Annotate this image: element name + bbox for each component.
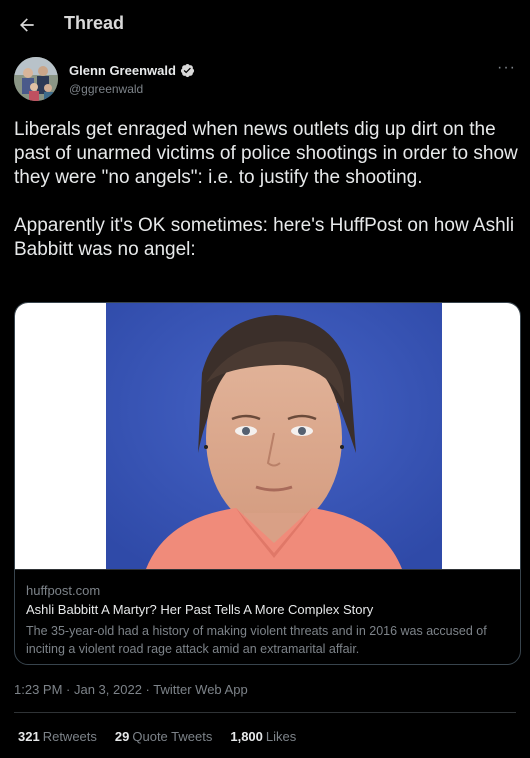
tweet-date[interactable]: Jan 3, 2022 — [74, 682, 142, 697]
page-title: Thread — [64, 13, 125, 33]
verified-badge-icon — [180, 63, 194, 78]
link-preview-card[interactable]: huffpost.com Ashli Babbitt A Martyr? Her… — [14, 302, 521, 665]
back-button[interactable] — [12, 10, 42, 40]
likes-stat[interactable]: 1,800 Likes — [230, 729, 296, 744]
tweet-stats: 321 Retweets 29 Quote Tweets 1,800 Likes — [18, 729, 314, 744]
quote-tweets-count: 29 — [114, 729, 130, 744]
likes-label: Likes — [265, 729, 297, 744]
quote-tweets-label: Quote Tweets — [132, 729, 213, 744]
tweet-author: Glenn Greenwald @ggreenwald ··· — [14, 57, 516, 103]
card-description: The 35-year-old had a history of making … — [26, 624, 487, 656]
card-image — [15, 303, 520, 569]
tweet-timestamp: 1:23 PM · Jan 3, 2022 · Twitter Web App — [14, 682, 248, 697]
retweets-stat[interactable]: 321 Retweets — [18, 729, 97, 744]
more-options-button[interactable]: ··· — [497, 59, 516, 77]
author-handle[interactable]: @ggreenwald — [69, 82, 143, 96]
card-title: Ashli Babbitt A Martyr? Her Past Tells A… — [26, 602, 374, 617]
tweet-source[interactable]: Twitter Web App — [153, 682, 247, 697]
thread-header: Thread — [0, 0, 530, 50]
card-meta: huffpost.com Ashli Babbitt A Martyr? Her… — [15, 569, 520, 664]
meta-separator: · — [141, 682, 154, 697]
tweet-text: Liberals get enraged when news outlets d… — [14, 119, 518, 260]
tweet-time[interactable]: 1:23 PM — [14, 682, 62, 697]
quote-tweets-stat[interactable]: 29 Quote Tweets — [115, 729, 212, 744]
arrow-left-icon — [20, 18, 34, 32]
avatar[interactable] — [14, 57, 58, 101]
avatar-photo — [14, 57, 58, 101]
retweets-label: Retweets — [42, 729, 97, 744]
retweets-count: 321 — [18, 729, 40, 744]
likes-count: 1,800 — [230, 729, 263, 744]
portrait-image — [106, 303, 442, 569]
card-domain: huffpost.com — [26, 583, 101, 598]
author-name[interactable]: Glenn Greenwald — [69, 63, 176, 78]
divider — [14, 712, 516, 713]
card-photo — [106, 303, 442, 569]
meta-separator: · — [62, 682, 74, 697]
